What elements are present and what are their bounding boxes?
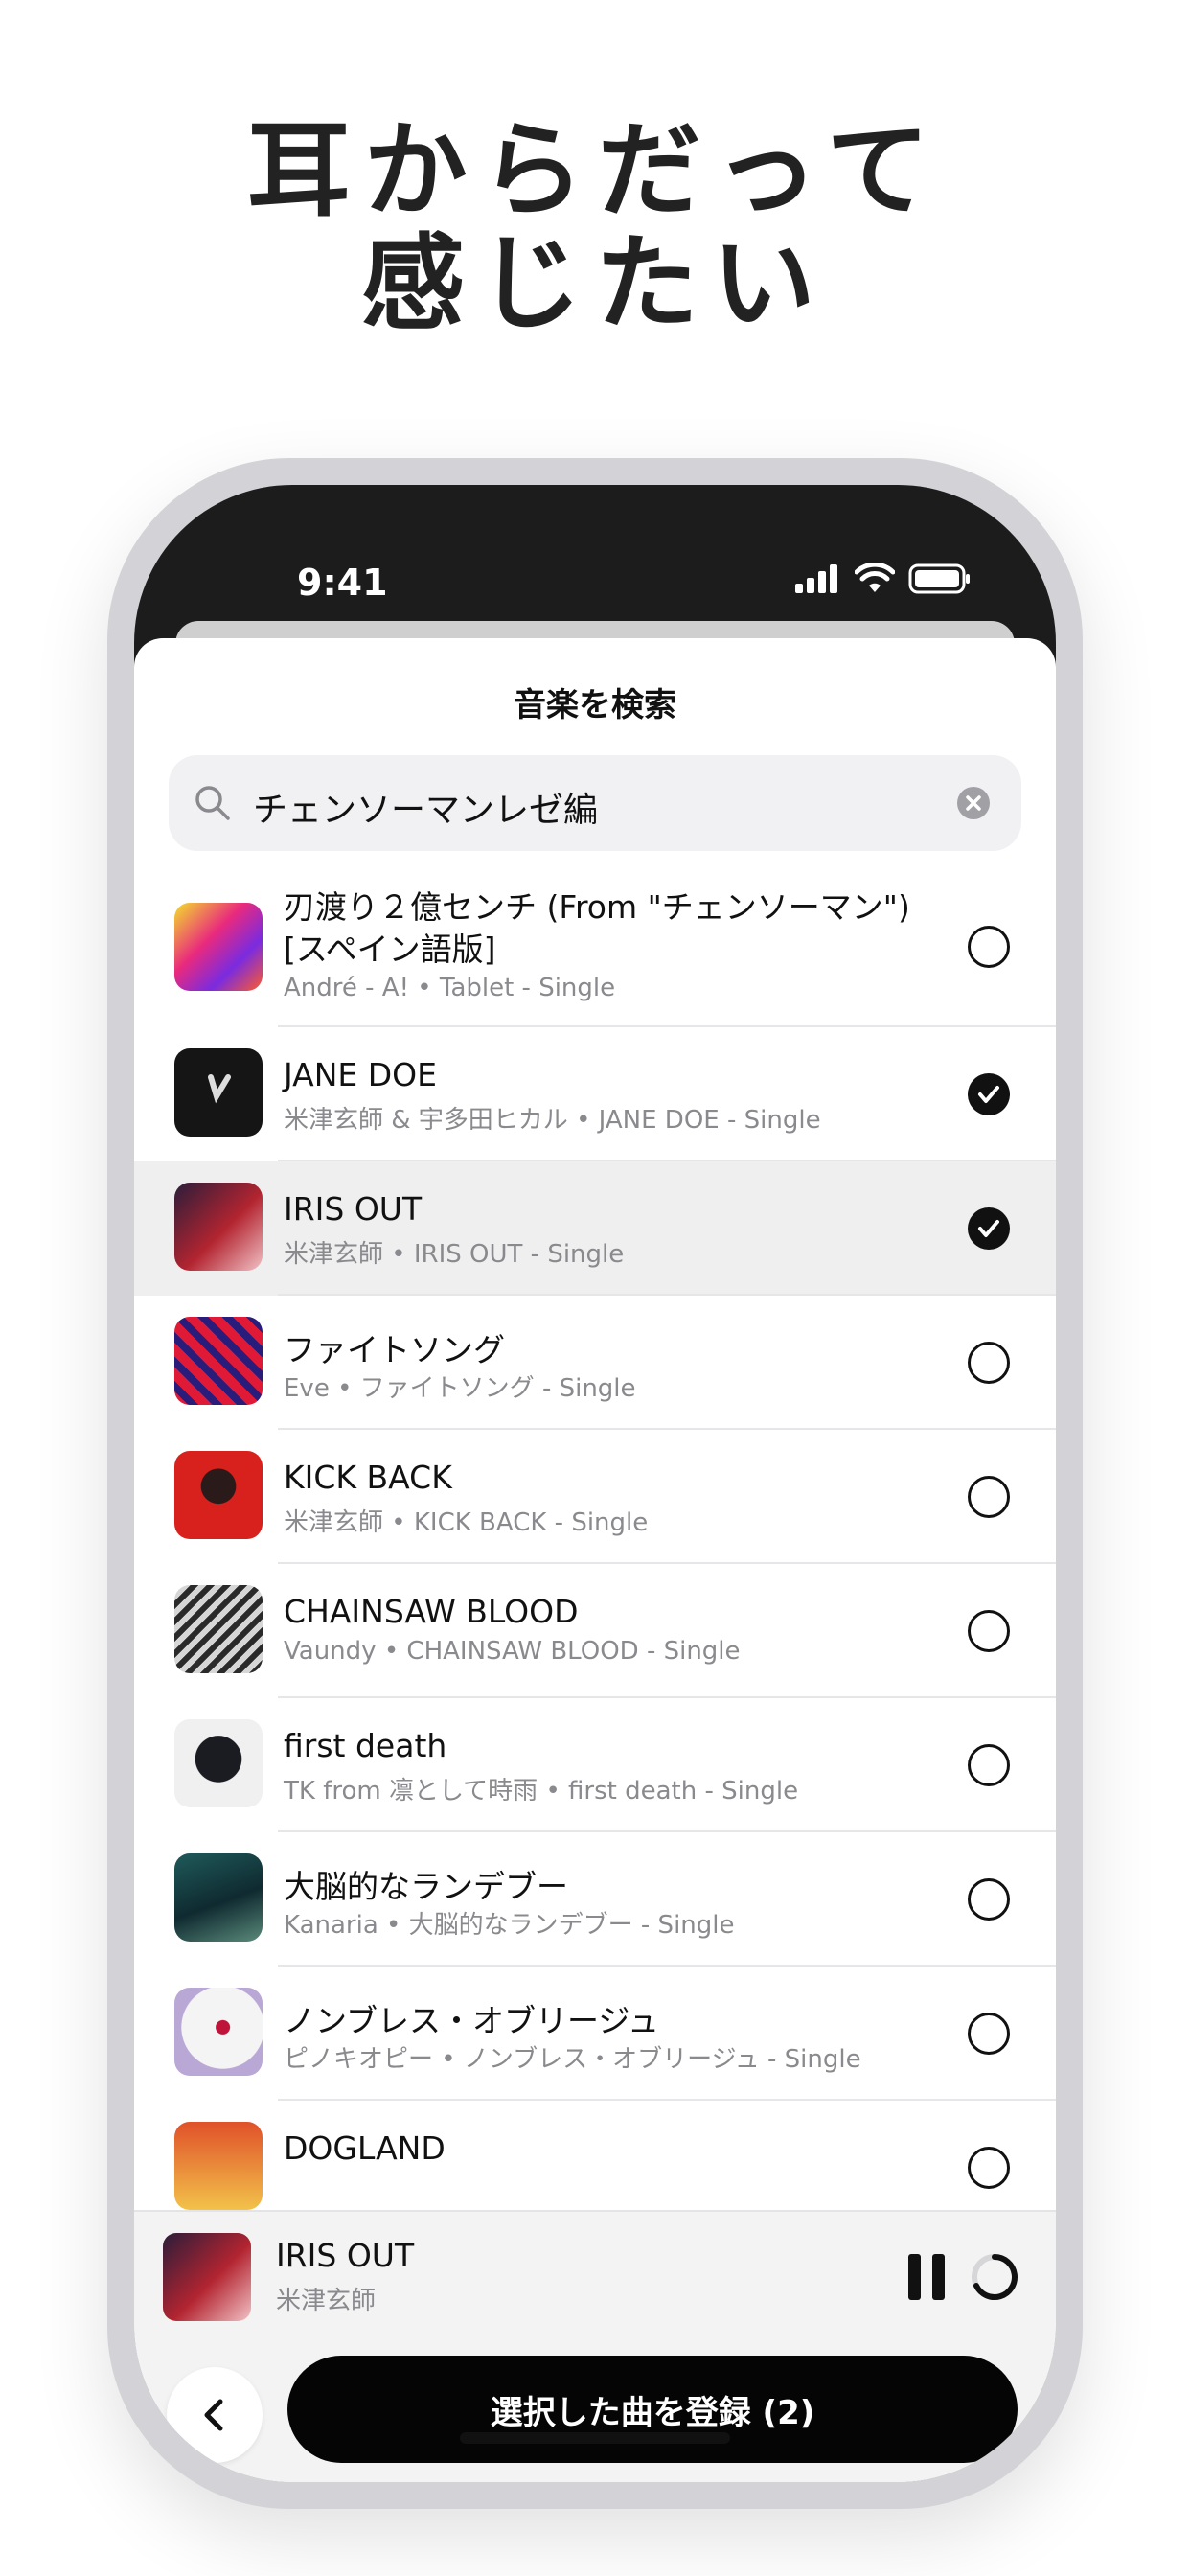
track-subtitle: ピノキオピー • ノンブレス・オブリージュ - Single xyxy=(284,2045,861,2074)
now-playing-bar[interactable]: IRIS OUT 米津玄師 xyxy=(134,2210,1056,2340)
phone-frame: 9:41 音楽を検索 チェンソーマンレゼ編 刃渡り２億センチ (From "チェ… xyxy=(107,458,1083,2509)
track-row[interactable]: 大脳的なランデブー Kanaria • 大脳的なランデブー - Single xyxy=(134,1832,1056,1966)
album-art xyxy=(174,1853,263,1942)
search-sheet: 音楽を検索 チェンソーマンレゼ編 刃渡り２億センチ (From "チェンソーマン… xyxy=(134,638,1056,2482)
select-circle[interactable] xyxy=(968,1342,1010,1384)
track-row[interactable]: 刃渡り２億センチ (From "チェンソーマン") [スペイン語版] André… xyxy=(134,868,1056,1027)
select-circle[interactable] xyxy=(968,1878,1010,1920)
track-title: CHAINSAW BLOOD xyxy=(284,1593,579,1630)
album-art xyxy=(174,1988,263,2076)
battery-icon xyxy=(908,564,970,594)
track-subtitle: 米津玄師 • IRIS OUT - Single xyxy=(284,1240,625,1269)
status-time: 9:41 xyxy=(297,562,388,604)
select-circle[interactable] xyxy=(968,1744,1010,1786)
track-subtitle: André - A! • Tablet - Single xyxy=(284,974,616,1002)
track-subtitle: Vaundy • CHAINSAW BLOOD - Single xyxy=(284,1637,741,1666)
track-row[interactable]: CHAINSAW BLOOD Vaundy • CHAINSAW BLOOD -… xyxy=(134,1564,1056,1698)
status-icons xyxy=(795,564,972,594)
pause-icon[interactable] xyxy=(906,2252,947,2302)
selected-check-icon[interactable] xyxy=(968,1073,1010,1116)
track-title: IRIS OUT xyxy=(284,1190,423,1228)
album-art xyxy=(174,903,263,991)
clear-search-icon[interactable] xyxy=(956,786,991,820)
select-circle[interactable] xyxy=(968,2147,1010,2189)
now-playing-title: IRIS OUT xyxy=(276,2237,415,2274)
phone-screen: 9:41 音楽を検索 チェンソーマンレゼ編 刃渡り２億センチ (From "チェ… xyxy=(134,485,1056,2482)
select-circle[interactable] xyxy=(968,1476,1010,1518)
track-subtitle: TK from 凛として時雨 • first death - Single xyxy=(284,1777,799,1806)
track-title: first death xyxy=(284,1727,447,1764)
track-row[interactable]: IRIS OUT 米津玄師 • IRIS OUT - Single xyxy=(134,1162,1056,1296)
track-subtitle: Kanaria • 大脳的なランデブー - Single xyxy=(284,1911,735,1940)
track-title: 大脳的なランデブー xyxy=(284,1868,568,1905)
track-title: ファイトソング xyxy=(284,1331,505,1368)
select-circle[interactable] xyxy=(968,1610,1010,1652)
search-input[interactable]: チェンソーマンレゼ編 xyxy=(253,782,598,832)
selected-check-icon[interactable] xyxy=(968,1208,1010,1250)
select-circle[interactable] xyxy=(968,2012,1010,2055)
home-indicator xyxy=(460,2432,730,2444)
headline: 耳からだって 感じたい xyxy=(0,115,1190,341)
track-subtitle: 米津玄師 • KICK BACK - Single xyxy=(284,1508,649,1537)
album-art xyxy=(174,1048,263,1137)
track-row[interactable]: JANE DOE 米津玄師 & 宇多田ヒカル • JANE DOE - Sing… xyxy=(134,1027,1056,1162)
progress-ring-icon xyxy=(972,2254,1018,2300)
wifi-icon xyxy=(855,564,895,592)
track-title: JANE DOE xyxy=(284,1056,437,1093)
select-circle[interactable] xyxy=(968,926,1010,968)
chevron-left-icon xyxy=(204,2399,223,2431)
track-row[interactable]: KICK BACK 米津玄師 • KICK BACK - Single xyxy=(134,1430,1056,1564)
album-art xyxy=(174,1317,263,1405)
search-field[interactable]: チェンソーマンレゼ編 xyxy=(169,755,1021,851)
track-title: KICK BACK xyxy=(284,1459,452,1496)
track-row[interactable]: ノンブレス・オブリージュ ピノキオピー • ノンブレス・オブリージュ - Sin… xyxy=(134,1966,1056,2101)
search-icon xyxy=(195,786,230,820)
back-button[interactable] xyxy=(167,2367,263,2463)
track-subtitle: 米津玄師 & 宇多田ヒカル • JANE DOE - Single xyxy=(284,1106,821,1135)
track-row[interactable]: ファイトソング Eve • ファイトソング - Single xyxy=(134,1296,1056,1430)
bottom-action-bar: 選択した曲を登録 (2) xyxy=(134,2340,1056,2482)
album-art xyxy=(174,1451,263,1539)
track-title: 刃渡り２億センチ (From "チェンソーマン") xyxy=(284,888,910,926)
album-art xyxy=(174,1585,263,1673)
track-title-line-2: [スペイン語版] xyxy=(284,931,496,968)
sheet-title: 音楽を検索 xyxy=(514,686,676,724)
album-art xyxy=(174,2122,263,2210)
track-title: DOGLAND xyxy=(284,2129,446,2167)
track-row[interactable]: first death TK from 凛として時雨 • first death… xyxy=(134,1698,1056,1832)
album-art xyxy=(174,1719,263,1807)
album-art xyxy=(174,1183,263,1271)
cellular-signal-icon xyxy=(795,564,837,593)
now-playing-artwork xyxy=(163,2233,251,2321)
headline-line-1: 耳からだって xyxy=(246,111,944,231)
track-subtitle: Eve • ファイトソング - Single xyxy=(284,1374,636,1403)
now-playing-artist: 米津玄師 xyxy=(276,2287,377,2315)
headline-line-2: 感じたい xyxy=(360,224,829,344)
track-title: ノンブレス・オブリージュ xyxy=(284,2002,660,2039)
register-selected-button[interactable]: 選択した曲を登録 (2) xyxy=(287,2356,1018,2463)
